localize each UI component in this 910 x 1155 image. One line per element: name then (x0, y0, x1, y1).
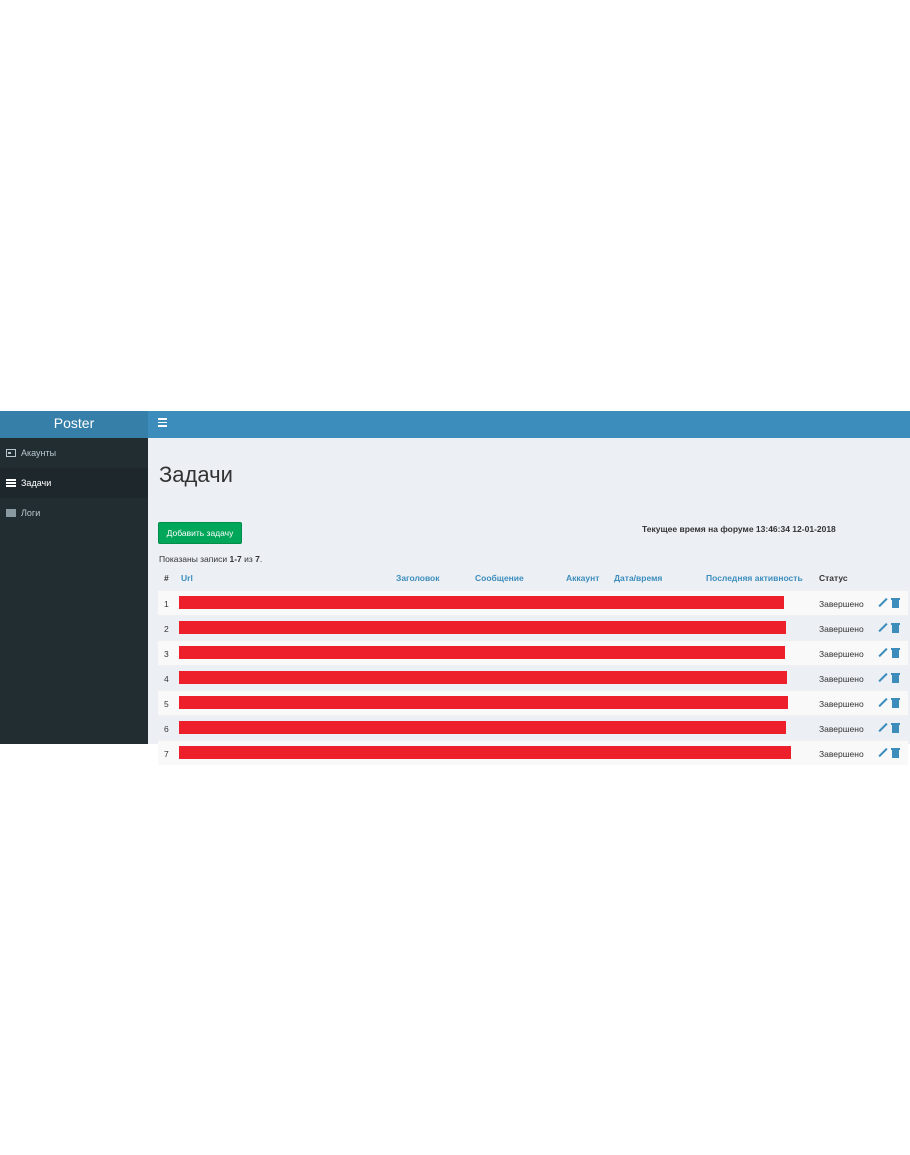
sidebar-item-label: Задачи (21, 478, 52, 488)
column-header-datetime[interactable]: Дата/время (614, 573, 662, 583)
table-row: 4 Завершено (158, 665, 908, 690)
summary-suffix: . (259, 554, 263, 564)
redacted-cells (179, 596, 784, 609)
row-status: Завершено (819, 649, 864, 659)
table-row: 7 Завершено (158, 740, 908, 765)
row-number: 6 (164, 724, 169, 734)
row-number: 3 (164, 649, 169, 659)
delete-icon[interactable] (891, 597, 901, 608)
redacted-cells (179, 746, 791, 759)
edit-icon[interactable] (878, 597, 888, 608)
brand-logo[interactable]: Poster (0, 411, 148, 438)
edit-icon[interactable] (878, 747, 888, 758)
sidebar-menu: Акаунты Задачи Логи (0, 438, 148, 528)
table-row: 6 Завершено (158, 715, 908, 740)
row-status: Завершено (819, 724, 864, 734)
summary-range: 1-7 (229, 554, 242, 564)
column-header-title[interactable]: Заголовок (396, 573, 440, 583)
tasks-icon (6, 479, 16, 487)
edit-icon[interactable] (878, 672, 888, 683)
row-number: 2 (164, 624, 169, 634)
summary-prefix: Показаны записи (159, 554, 230, 564)
sidebar-item-logs[interactable]: Логи (0, 498, 148, 528)
delete-icon[interactable] (891, 647, 901, 658)
table-row: 1 Завершено (158, 590, 908, 615)
column-header-number: # (164, 573, 169, 583)
edit-icon[interactable] (878, 622, 888, 633)
records-summary: Показаны записи 1-7 из 7. (159, 554, 262, 564)
hamburger-icon[interactable] (158, 418, 167, 428)
column-header-last-activity[interactable]: Последняя активность (706, 573, 803, 583)
redacted-cells (179, 621, 786, 634)
table-row: 3 Завершено (158, 640, 908, 665)
row-status: Завершено (819, 599, 864, 609)
edit-icon[interactable] (878, 647, 888, 658)
table-row: 2 Завершено (158, 615, 908, 640)
delete-icon[interactable] (891, 622, 901, 633)
book-icon (6, 509, 16, 517)
row-status: Завершено (819, 624, 864, 634)
top-navbar (148, 411, 910, 438)
column-header-message[interactable]: Сообщение (475, 573, 524, 583)
row-status: Завершено (819, 749, 864, 759)
delete-icon[interactable] (891, 697, 901, 708)
redacted-cells (179, 721, 786, 734)
tasks-table: # Url Заголовок Сообщение Аккаунт Дата/в… (158, 565, 908, 765)
delete-icon[interactable] (891, 747, 901, 758)
delete-icon[interactable] (891, 722, 901, 733)
row-number: 7 (164, 749, 169, 759)
table-header: # Url Заголовок Сообщение Аккаунт Дата/в… (158, 565, 908, 590)
summary-middle: из (241, 554, 256, 564)
row-status: Завершено (819, 674, 864, 684)
sidebar-item-label: Логи (21, 508, 41, 518)
sidebar-item-label: Акаунты (21, 448, 57, 458)
main-content: Задачи Добавить задачу Текущее время на … (148, 438, 910, 765)
forum-time: Текущее время на форуме 13:46:34 12-01-2… (642, 524, 836, 534)
sidebar-item-tasks[interactable]: Задачи (0, 468, 148, 498)
edit-icon[interactable] (878, 697, 888, 708)
table-row: 5 Завершено (158, 690, 908, 715)
row-number: 1 (164, 599, 169, 609)
delete-icon[interactable] (891, 672, 901, 683)
sidebar: Poster Акаунты Задачи Логи (0, 411, 148, 744)
column-header-account[interactable]: Аккаунт (566, 573, 599, 583)
app-window: Poster Акаунты Задачи Логи Задачи Добави… (0, 411, 910, 765)
column-header-status: Статус (819, 573, 848, 583)
id-card-icon (6, 449, 16, 457)
column-header-url[interactable]: Url (181, 573, 193, 583)
edit-icon[interactable] (878, 722, 888, 733)
redacted-cells (179, 646, 785, 659)
row-number: 4 (164, 674, 169, 684)
redacted-cells (179, 671, 787, 684)
sidebar-item-accounts[interactable]: Акаунты (0, 438, 148, 468)
add-task-button[interactable]: Добавить задачу (158, 522, 242, 544)
row-status: Завершено (819, 699, 864, 709)
row-number: 5 (164, 699, 169, 709)
page-title: Задачи (159, 462, 233, 487)
redacted-cells (179, 696, 788, 709)
